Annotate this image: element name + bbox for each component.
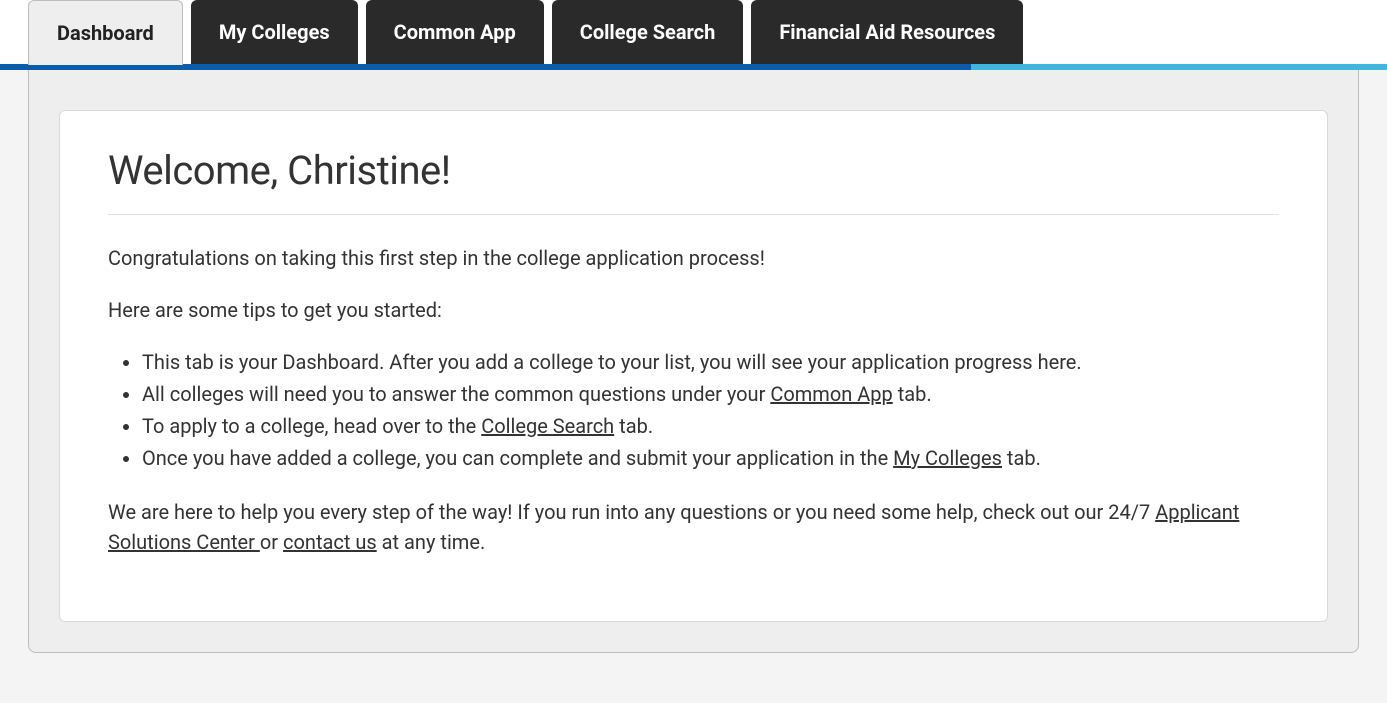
link-my-colleges[interactable]: My Colleges [893,446,1002,470]
tab-common-app[interactable]: Common App [366,0,544,64]
closing-part: at any time. [377,530,486,554]
intro-text: Congratulations on taking this first ste… [108,243,1279,273]
tips-list: This tab is your Dashboard. After you ad… [108,347,1279,473]
link-college-search[interactable]: College Search [481,414,614,438]
tip-item: This tab is your Dashboard. After you ad… [142,347,1279,377]
welcome-title: Welcome, Christine! [108,147,1279,215]
dashboard-panel: Welcome, Christine! Congratulations on t… [28,70,1359,653]
closing-part: We are here to help you every step of th… [108,500,1155,524]
link-contact-us[interactable]: contact us [283,530,377,554]
tip-item: All colleges will need you to answer the… [142,379,1279,409]
tab-college-search[interactable]: College Search [552,0,744,64]
tip-item: To apply to a college, head over to the … [142,411,1279,441]
accent-divider [0,64,1387,70]
tab-financial-aid-resources[interactable]: Financial Aid Resources [751,0,1023,64]
link-common-app[interactable]: Common App [770,382,892,406]
tab-bar: Dashboard My Colleges Common App College… [0,0,1387,64]
tip-text: tab. [614,414,653,438]
tip-item: Once you have added a college, you can c… [142,443,1279,473]
tab-my-colleges[interactable]: My Colleges [191,0,358,64]
closing-text: We are here to help you every step of th… [108,497,1279,557]
tip-text: All colleges will need you to answer the… [142,382,770,406]
tip-text: tab. [1002,446,1041,470]
tip-text: To apply to a college, head over to the [142,414,481,438]
tip-text: Once you have added a college, you can c… [142,446,893,470]
welcome-card: Welcome, Christine! Congratulations on t… [59,110,1328,622]
tip-text: tab. [893,382,932,406]
closing-part: or [260,530,283,554]
tips-intro-text: Here are some tips to get you started: [108,295,1279,325]
tab-dashboard[interactable]: Dashboard [28,0,183,65]
